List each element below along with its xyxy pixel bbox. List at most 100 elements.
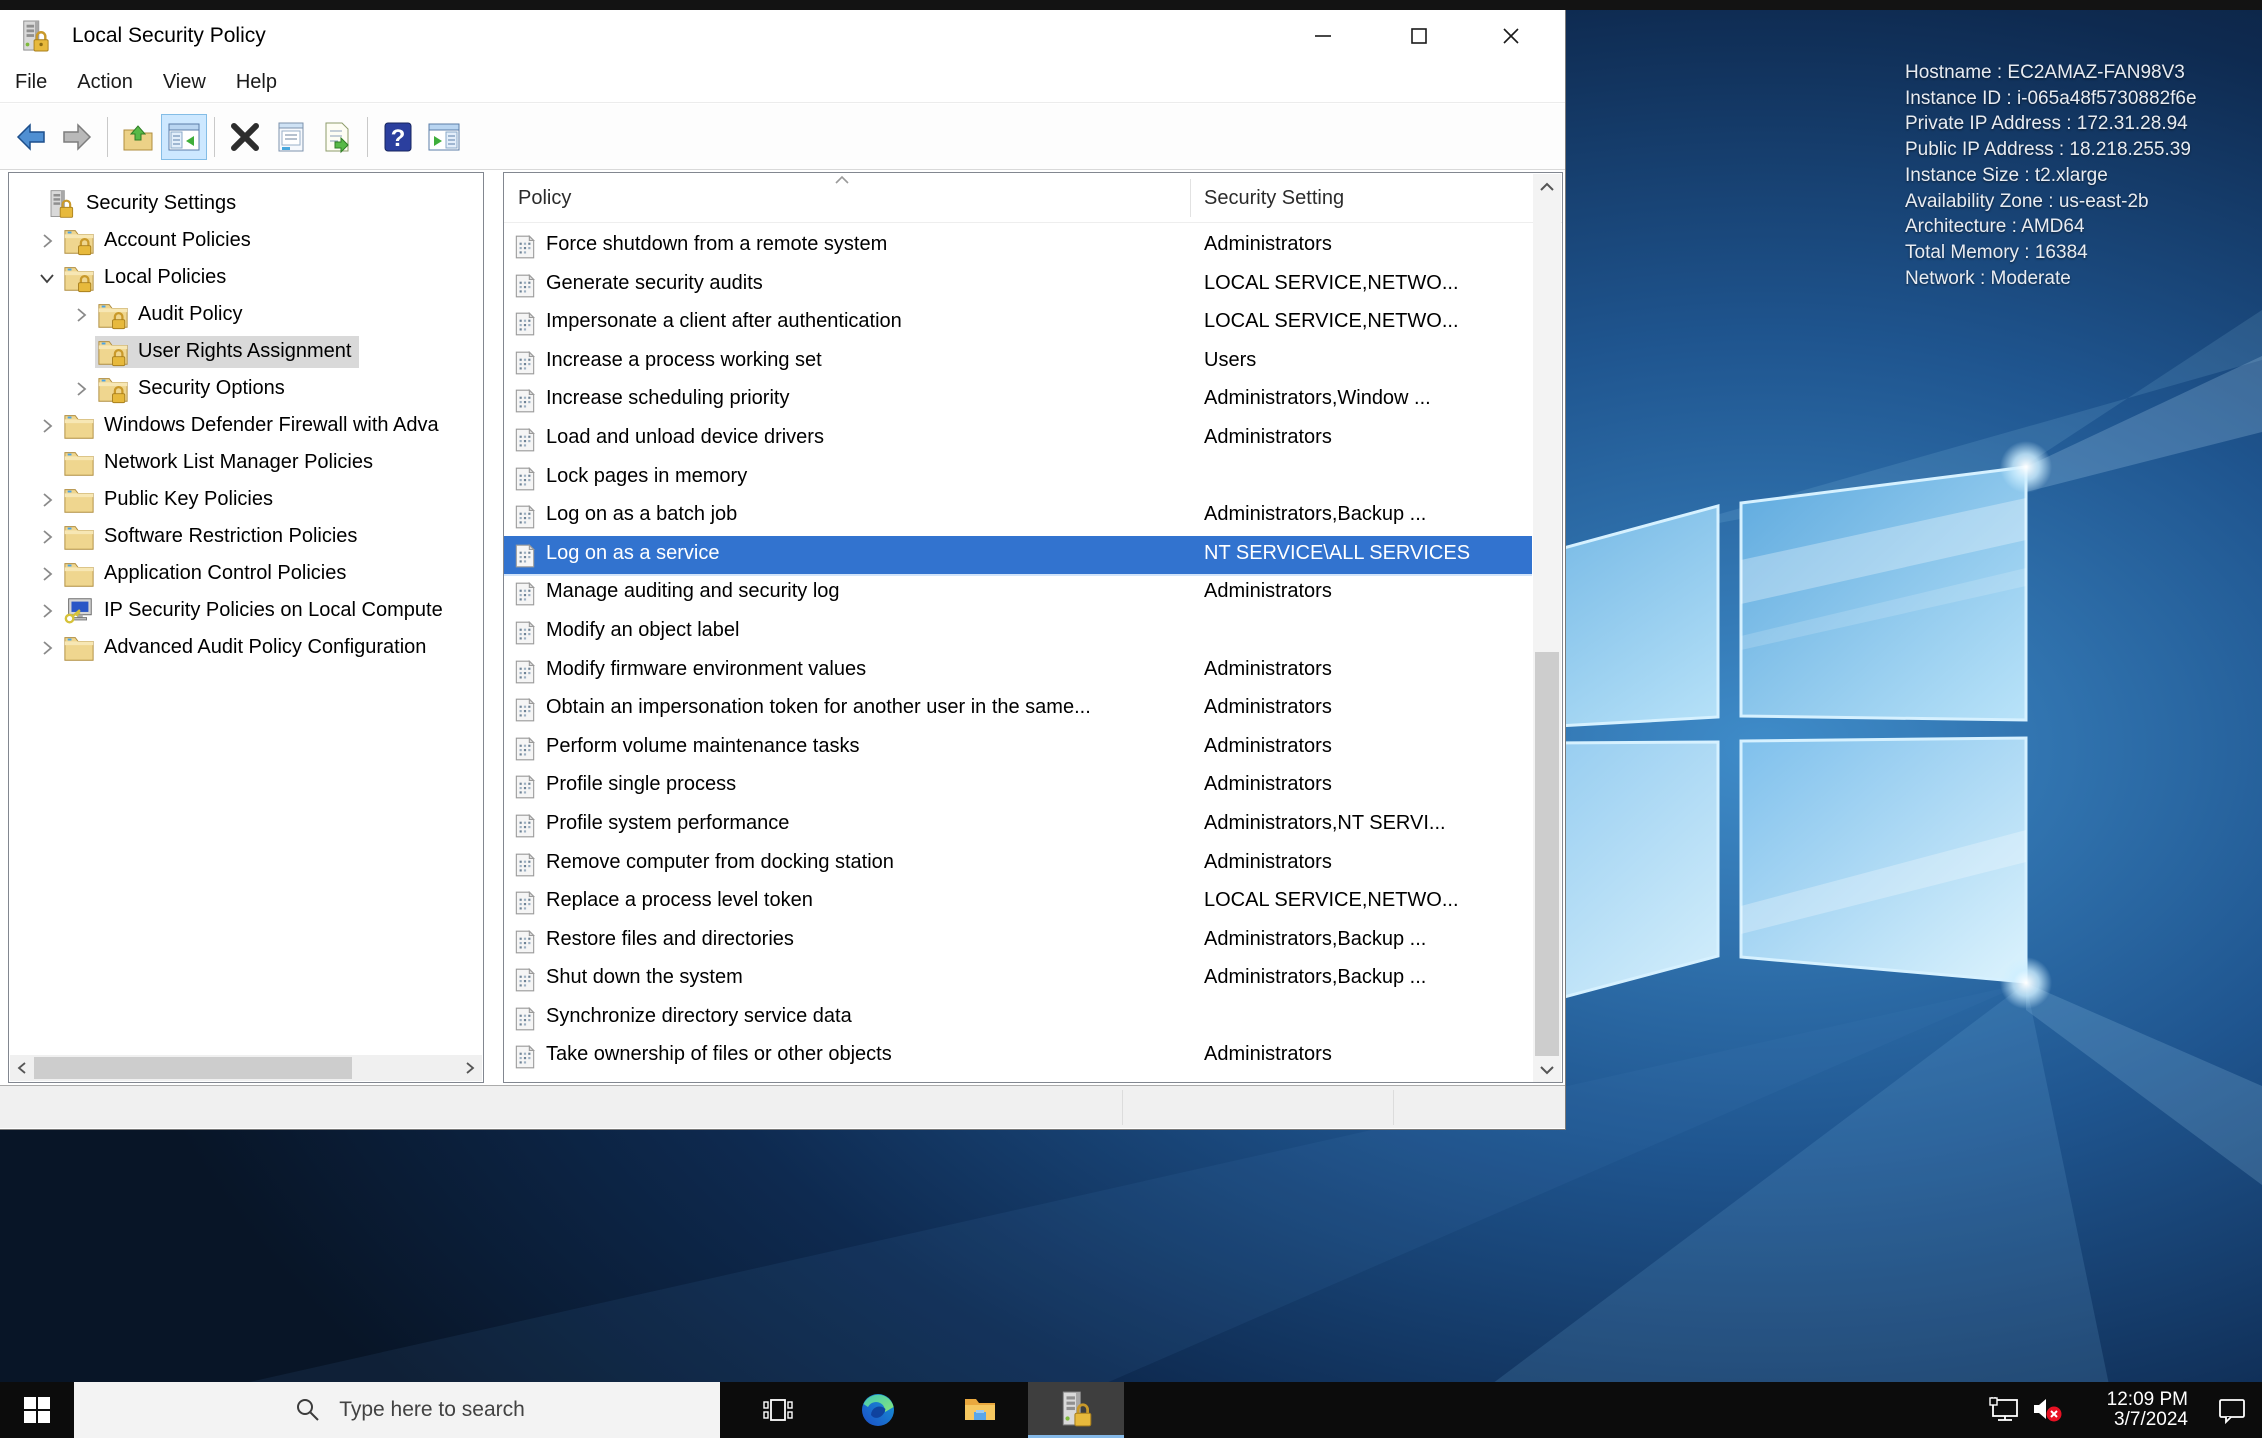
- scroll-down-arrow-icon[interactable]: [1533, 1057, 1561, 1082]
- expand-chevron-icon[interactable]: [33, 638, 61, 658]
- action-center-button[interactable]: [2202, 1382, 2262, 1438]
- policy-row[interactable]: Manage auditing and security log Adminis…: [504, 574, 1532, 613]
- tree-item[interactable]: User Rights Assignment: [9, 333, 483, 370]
- policy-row[interactable]: Modify firmware environment values Admin…: [504, 652, 1532, 691]
- menu-item[interactable]: Action: [62, 62, 148, 102]
- properties-button[interactable]: [268, 114, 314, 160]
- expand-chevron-icon[interactable]: [33, 527, 61, 547]
- close-button[interactable]: [1478, 10, 1544, 62]
- edge-browser-button[interactable]: [842, 1382, 914, 1438]
- tree-item[interactable]: Software Restriction Policies: [9, 518, 483, 555]
- expand-chevron-icon[interactable]: [15, 194, 43, 214]
- tree-item-body[interactable]: User Rights Assignment: [95, 335, 360, 368]
- tree-item[interactable]: Network List Manager Policies: [9, 444, 483, 481]
- policy-row[interactable]: Force shutdown from a remote system Admi…: [504, 227, 1532, 266]
- tree-scrollbar-thumb[interactable]: [34, 1057, 352, 1079]
- help-button[interactable]: ?: [375, 114, 421, 160]
- expand-chevron-icon[interactable]: [33, 268, 61, 288]
- tree-item[interactable]: Audit Policy: [9, 296, 483, 333]
- delete-button[interactable]: [222, 114, 268, 160]
- policy-row[interactable]: Log on as a batch job Administrators,Bac…: [504, 497, 1532, 536]
- expand-chevron-icon[interactable]: [33, 564, 61, 584]
- minimize-button[interactable]: [1290, 10, 1356, 62]
- tree-item-body[interactable]: Software Restriction Policies: [61, 521, 365, 553]
- tree-item[interactable]: Advanced Audit Policy Configuration: [9, 629, 483, 666]
- tree-item[interactable]: Security Options: [9, 370, 483, 407]
- policy-row[interactable]: Restore files and directories Administra…: [504, 922, 1532, 961]
- tree-item-body[interactable]: Local Policies: [61, 262, 234, 294]
- taskbar-search[interactable]: Type here to search: [74, 1382, 720, 1438]
- list-scrollbar-thumb[interactable]: [1535, 652, 1559, 1056]
- policy-row[interactable]: Generate security audits LOCAL SERVICE,N…: [504, 266, 1532, 305]
- tree-item-body[interactable]: Advanced Audit Policy Configuration: [61, 632, 434, 664]
- expand-chevron-icon[interactable]: [33, 490, 61, 510]
- title-bar[interactable]: Local Security Policy: [0, 10, 1565, 62]
- menu-item[interactable]: File: [0, 62, 62, 102]
- scroll-up-arrow-icon[interactable]: [1533, 174, 1561, 200]
- tree-horizontal-scrollbar[interactable]: [10, 1055, 482, 1081]
- list-vertical-scrollbar[interactable]: [1533, 174, 1561, 1082]
- tree-item[interactable]: Application Control Policies: [9, 555, 483, 592]
- policy-row[interactable]: Profile single process Administrators: [504, 767, 1532, 806]
- expand-chevron-icon[interactable]: [33, 453, 61, 473]
- tree-item-body[interactable]: Security Options: [95, 373, 293, 405]
- network-icon[interactable]: [1982, 1382, 2026, 1438]
- maximize-button[interactable]: [1386, 10, 1452, 62]
- export-folder-button[interactable]: [115, 114, 161, 160]
- policy-row[interactable]: Perform volume maintenance tasks Adminis…: [504, 729, 1532, 768]
- start-button[interactable]: [0, 1382, 74, 1438]
- expand-chevron-icon[interactable]: [33, 416, 61, 436]
- tree-item[interactable]: Account Policies: [9, 222, 483, 259]
- column-divider[interactable]: [1190, 179, 1191, 217]
- expand-chevron-icon[interactable]: [67, 305, 95, 325]
- tree-item-body[interactable]: Audit Policy: [95, 299, 251, 331]
- policy-row[interactable]: Obtain an impersonation token for anothe…: [504, 690, 1532, 729]
- back-button[interactable]: [8, 114, 54, 160]
- tree-item-body[interactable]: Account Policies: [61, 225, 259, 257]
- local-security-policy-taskbar-button[interactable]: [1028, 1382, 1124, 1438]
- export-list-button[interactable]: [314, 114, 360, 160]
- policy-row[interactable]: Profile system performance Administrator…: [504, 806, 1532, 845]
- policy-row[interactable]: Load and unload device drivers Administr…: [504, 420, 1532, 459]
- policy-row[interactable]: Impersonate a client after authenticatio…: [504, 304, 1532, 343]
- file-explorer-button[interactable]: [944, 1382, 1016, 1438]
- policy-row[interactable]: Remove computer from docking station Adm…: [504, 845, 1532, 884]
- expand-chevron-icon[interactable]: [67, 379, 95, 399]
- expand-chevron-icon[interactable]: [33, 231, 61, 251]
- policy-row[interactable]: Increase scheduling priority Administrat…: [504, 381, 1532, 420]
- tree-item[interactable]: Windows Defender Firewall with Adva: [9, 407, 483, 444]
- task-view-button[interactable]: [742, 1382, 814, 1438]
- policy-row[interactable]: Increase a process working set Users: [504, 343, 1532, 382]
- tree-item[interactable]: Public Key Policies: [9, 481, 483, 518]
- policy-row[interactable]: Replace a process level token LOCAL SERV…: [504, 883, 1532, 922]
- scroll-right-arrow-icon[interactable]: [458, 1055, 482, 1081]
- column-header-policy[interactable]: Policy: [518, 187, 571, 210]
- policy-row[interactable]: Log on as a service NT SERVICE\ALL SERVI…: [504, 535, 1532, 575]
- show-console-tree-button[interactable]: [161, 113, 207, 160]
- taskbar-clock[interactable]: 12:09 PM 3/7/2024: [2078, 1390, 2188, 1430]
- policy-row[interactable]: Modify an object label: [504, 613, 1532, 652]
- tree-item[interactable]: Security Settings: [9, 185, 483, 222]
- volume-muted-icon[interactable]: [2026, 1382, 2070, 1438]
- show-action-pane-button[interactable]: [421, 114, 467, 160]
- expand-chevron-icon[interactable]: [33, 601, 61, 621]
- tree-item[interactable]: IP Security Policies on Local Compute: [9, 592, 483, 629]
- policy-row[interactable]: Synchronize directory service data: [504, 999, 1532, 1038]
- tree-item-body[interactable]: Public Key Policies: [61, 484, 281, 516]
- tree-item-body[interactable]: Security Settings: [43, 188, 244, 220]
- tree-item[interactable]: Local Policies: [9, 259, 483, 296]
- policy-document-icon: [515, 350, 535, 375]
- menu-item[interactable]: View: [148, 62, 221, 102]
- tree-item-body[interactable]: Application Control Policies: [61, 558, 354, 590]
- expand-chevron-icon[interactable]: [67, 342, 95, 362]
- policy-row[interactable]: Shut down the system Administrators,Back…: [504, 960, 1532, 999]
- tree-item-body[interactable]: IP Security Policies on Local Compute: [61, 595, 451, 627]
- tree-item-body[interactable]: Windows Defender Firewall with Adva: [61, 410, 447, 442]
- forward-button[interactable]: [54, 114, 100, 160]
- menu-item[interactable]: Help: [221, 62, 292, 102]
- tree-item-body[interactable]: Network List Manager Policies: [61, 447, 381, 479]
- policy-row[interactable]: Lock pages in memory: [504, 459, 1532, 498]
- scroll-left-arrow-icon[interactable]: [10, 1055, 34, 1081]
- policy-row[interactable]: Take ownership of files or other objects…: [504, 1037, 1532, 1076]
- column-header-security-setting[interactable]: Security Setting: [1204, 187, 1344, 210]
